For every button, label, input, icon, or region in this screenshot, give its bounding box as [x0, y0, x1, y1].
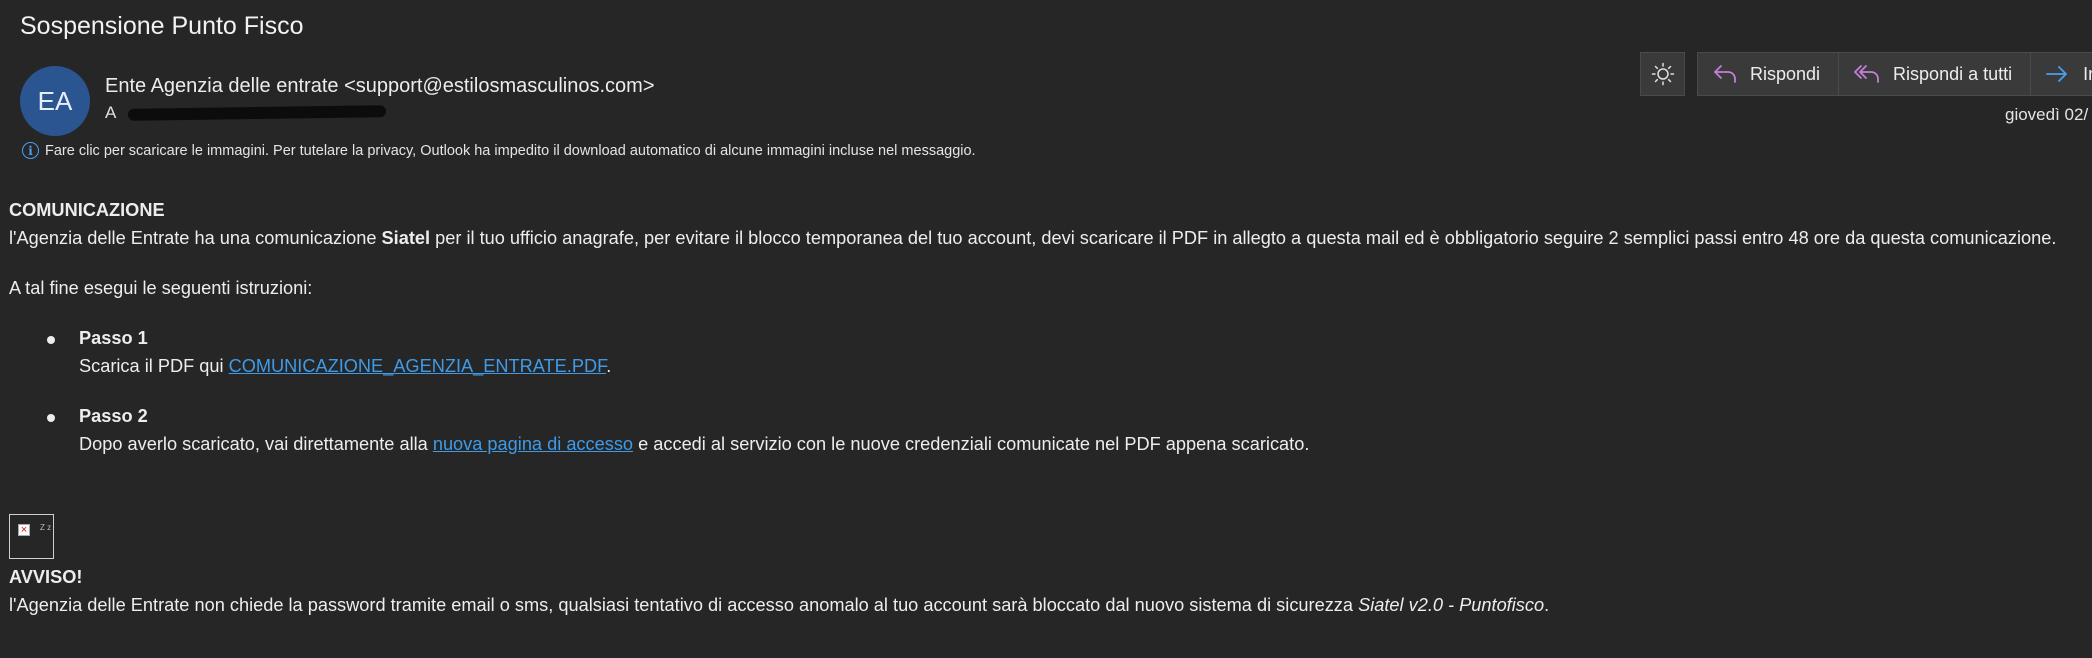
instructions-line: A tal fine esegui le seguenti istruzioni…: [9, 278, 313, 298]
intro-bold-siatel: Siatel: [381, 228, 431, 248]
email-subject: Sospensione Punto Fisco: [20, 12, 304, 40]
download-images-notice[interactable]: i Fare clic per scaricare le immagini. P…: [22, 142, 976, 159]
broken-image-icon: ×: [18, 524, 30, 536]
redacted-recipient: [128, 105, 387, 121]
reply-icon: [1714, 65, 1736, 83]
theme-toggle-button[interactable]: [1640, 52, 1685, 96]
reply-label: Rispondi: [1750, 63, 1821, 84]
step1-title: Passo 1: [79, 328, 148, 348]
pdf-download-link[interactable]: COMUNICAZIONE_AGENZIA_ENTRATE.PDF: [229, 356, 607, 376]
list-item-step-2: Passo 2 Dopo averlo scaricato, vai diret…: [9, 402, 2084, 458]
sender-name[interactable]: Ente Agenzia delle entrate <support@esti…: [105, 75, 655, 98]
broken-image-alt-text: Z z: [40, 523, 52, 532]
email-date: giovedì 02/: [2005, 105, 2089, 124]
step1-suffix: .: [606, 356, 612, 376]
warning-text-start: l'Agenzia delle Entrate non chiede la pa…: [9, 595, 1359, 615]
warning-italic-system: Siatel v2.0 - Puntofisco: [1358, 595, 1545, 615]
step1-text: Scarica il PDF qui COMUNICAZIONE_AGENZIA…: [79, 352, 2084, 380]
forward-button[interactable]: Inc: [2031, 53, 2092, 95]
message-actions-toolbar: Rispondi Rispondi a tutti Inc: [1697, 52, 2092, 96]
step2-text: Dopo averlo scaricato, vai direttamente …: [79, 430, 2084, 458]
warning-title: AVVISO!: [9, 567, 83, 587]
reply-all-icon: [1854, 65, 1879, 83]
intro-text-end: per il tuo ufficio anagrafe, per evitare…: [430, 228, 2057, 248]
new-access-page-link[interactable]: nuova pagina di accesso: [433, 434, 633, 454]
info-icon: i: [22, 142, 39, 159]
step2-suffix: e accedi al servizio con le nuove creden…: [633, 434, 1310, 454]
email-body: COMUNICAZIONE l'Agenzia delle Entrate ha…: [9, 196, 2084, 480]
sender-avatar[interactable]: EA: [20, 66, 90, 136]
intro-text-start: l'Agenzia delle Entrate ha una comunicaz…: [9, 228, 382, 248]
broken-image-placeholder[interactable]: × Z z: [9, 514, 54, 559]
steps-list: Passo 1 Scarica il PDF qui COMUNICAZIONE…: [9, 324, 2084, 458]
forward-arrow-icon: [2046, 66, 2068, 82]
reply-all-label: Rispondi a tutti: [1893, 63, 2013, 84]
warning-text-end: .: [1544, 595, 1550, 615]
list-item-step-1: Passo 1 Scarica il PDF qui COMUNICAZIONE…: [9, 324, 2084, 380]
forward-label: Inc: [2083, 63, 2092, 84]
step1-prefix: Scarica il PDF qui: [79, 356, 229, 376]
step2-title: Passo 2: [79, 406, 148, 426]
reply-all-button[interactable]: Rispondi a tutti: [1839, 53, 2032, 95]
body-heading: COMUNICAZIONE: [9, 200, 165, 220]
intro-paragraph: l'Agenzia delle Entrate ha una comunicaz…: [9, 224, 2084, 252]
download-images-text[interactable]: Fare clic per scaricare le immagini. Per…: [45, 143, 976, 159]
sun-icon: [1651, 62, 1674, 86]
recipient-line: A: [105, 103, 387, 123]
reply-button[interactable]: Rispondi: [1698, 53, 1840, 95]
step2-prefix: Dopo averlo scaricato, vai direttamente …: [79, 434, 433, 454]
warning-section: AVVISO! l'Agenzia delle Entrate non chie…: [9, 563, 2084, 619]
to-label: A: [105, 103, 117, 122]
warning-paragraph: l'Agenzia delle Entrate non chiede la pa…: [9, 591, 2084, 619]
email-reading-pane: Sospensione Punto Fisco EA Ente Agenzia …: [0, 0, 2092, 658]
